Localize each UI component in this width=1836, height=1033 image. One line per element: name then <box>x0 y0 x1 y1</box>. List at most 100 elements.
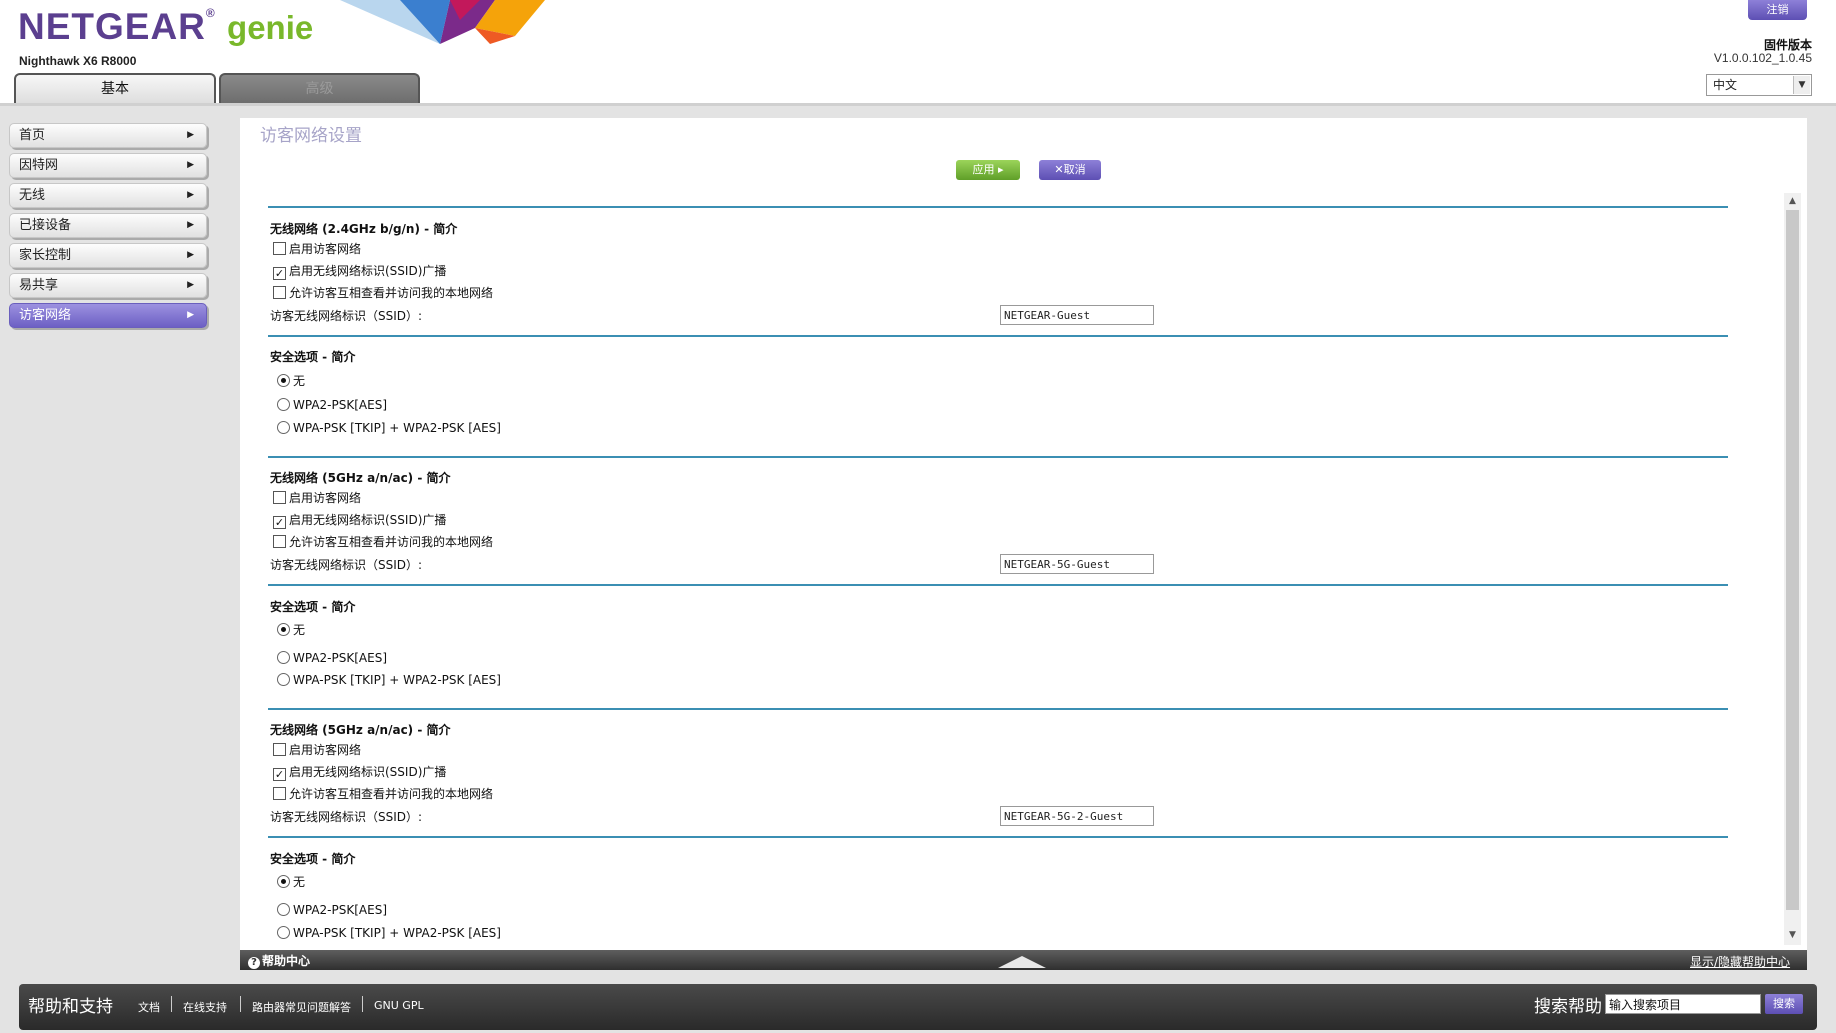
security-radio[interactable] <box>277 673 290 686</box>
help-center-toggle[interactable]: ? 帮助中心 <box>248 952 310 969</box>
allow-local-row: 允许访客互相查看并访问我的本地网络 <box>273 534 493 550</box>
allow-local-checkbox[interactable] <box>273 286 286 299</box>
help-center-label: 帮助中心 <box>262 954 311 968</box>
scrollbar-thumb[interactable] <box>1786 210 1799 910</box>
sidebar-item-home[interactable]: 首页 ▶ <box>9 123 207 148</box>
security-option-none: 无 <box>277 373 305 389</box>
section-divider <box>268 708 1728 710</box>
ssid-label: 访客无线网络标识（SSID）: <box>270 309 423 323</box>
security-option-wpa-mixed: WPA-PSK [TKIP] + WPA2-PSK [AES] <box>277 925 501 941</box>
tab-advanced[interactable]: 高级 <box>219 73 420 105</box>
allow-local-label: 允许访客互相查看并访问我的本地网络 <box>289 787 494 801</box>
sidebar-item-label: 家长控制 <box>19 248 72 263</box>
allow-local-row: 允许访客互相查看并访问我的本地网络 <box>273 786 493 802</box>
sidebar-item-internet[interactable]: 因特网 ▶ <box>9 153 207 178</box>
enable-guest-checkbox[interactable] <box>273 491 286 504</box>
caret-right-icon: ▶ <box>187 130 194 140</box>
enable-guest-row: 启用访客网络 <box>273 742 361 758</box>
tab-basic[interactable]: 基本 <box>14 73 216 105</box>
network-5ghz-heading: 无线网络 (5GHz a/n/ac) - 简介 <box>270 471 451 485</box>
cancel-button[interactable]: ✕取消 <box>1039 160 1101 180</box>
allow-local-checkbox[interactable] <box>273 787 286 800</box>
footer-link-online-support[interactable]: 在线支持 <box>183 999 227 1015</box>
ssid-broadcast-row: ✓ 启用无线网络标识(SSID)广播 <box>273 263 447 280</box>
security-option-none: 无 <box>277 874 305 890</box>
scroll-up-icon[interactable]: ▲ <box>1784 193 1801 210</box>
expand-up-icon[interactable] <box>998 956 1046 968</box>
search-input[interactable]: 输入搜索项目 <box>1605 994 1761 1014</box>
security-radio[interactable] <box>277 651 290 664</box>
sidebar-item-label: 易共享 <box>19 278 59 293</box>
ssid-broadcast-checkbox[interactable]: ✓ <box>273 768 286 781</box>
router-model: Nighthawk X6 R8000 <box>19 54 137 68</box>
enable-guest-label: 启用访客网络 <box>289 491 362 505</box>
ssid-broadcast-row: ✓ 启用无线网络标识(SSID)广播 <box>273 764 446 781</box>
sidebar-item-label: 首页 <box>19 128 46 143</box>
network-5ghz-2-heading: 无线网络 (5GHz a/n/ac) - 简介 <box>270 723 451 737</box>
footer-link-faq[interactable]: 路由器常见问题解答 <box>252 999 351 1015</box>
security-radio[interactable] <box>277 875 290 888</box>
logout-button[interactable]: 注销 <box>1748 0 1807 20</box>
security-radio[interactable] <box>277 398 290 411</box>
sidebar-item-parental-controls[interactable]: 家长控制 ▶ <box>9 243 207 268</box>
ssid-broadcast-row: ✓ 启用无线网络标识(SSID)广播 <box>273 512 447 529</box>
security-radio[interactable] <box>277 926 290 939</box>
enable-guest-row: 启用访客网络 <box>273 241 361 257</box>
apply-button[interactable]: 应用 ▸ <box>956 160 1020 180</box>
ssid-label: 访客无线网络标识（SSID）: <box>270 558 423 572</box>
enable-guest-checkbox[interactable] <box>273 743 286 756</box>
security-heading: 安全选项 - 简介 <box>270 852 356 866</box>
ssid-input[interactable]: NETGEAR-5G-2-Guest <box>1000 806 1154 826</box>
security-option-label: WPA2-PSK[AES] <box>293 398 388 412</box>
security-radio[interactable] <box>277 374 290 387</box>
sidebar-item-label: 因特网 <box>19 158 59 173</box>
footer-link-gpl[interactable]: GNU GPL <box>374 999 424 1012</box>
section-divider <box>268 335 1728 337</box>
security-option-wpa-mixed: WPA-PSK [TKIP] + WPA2-PSK [AES] <box>277 420 501 436</box>
ssid-label: 访客无线网络标识（SSID）: <box>270 810 423 824</box>
sidebar-item-attached-devices[interactable]: 已接设备 ▶ <box>9 213 207 238</box>
footer-link-docs[interactable]: 文档 <box>138 999 160 1015</box>
search-help-label: 搜索帮助 <box>1534 997 1602 1017</box>
sidebar-item-label: 访客网络 <box>19 308 72 323</box>
security-option-label: WPA-PSK [TKIP] + WPA2-PSK [AES] <box>293 673 501 687</box>
ssid-input[interactable]: NETGEAR-Guest <box>1000 305 1154 325</box>
security-radio[interactable] <box>277 623 290 636</box>
ssid-broadcast-label: 启用无线网络标识(SSID)广播 <box>289 264 447 278</box>
caret-right-icon: ▶ <box>187 220 194 230</box>
language-select[interactable]: 中文 ▼ <box>1706 74 1812 96</box>
help-icon: ? <box>248 957 260 969</box>
footer-separator <box>240 996 241 1012</box>
caret-right-icon: ▶ <box>187 280 194 290</box>
security-option-label: 无 <box>293 875 306 889</box>
section-divider <box>268 836 1728 838</box>
security-option-none: 无 <box>277 622 305 638</box>
ssid-broadcast-checkbox[interactable]: ✓ <box>273 516 286 529</box>
ssid-broadcast-label: 启用无线网络标识(SSID)广播 <box>289 513 447 527</box>
footer-title: 帮助和支持 <box>28 997 113 1017</box>
enable-guest-checkbox[interactable] <box>273 242 286 255</box>
caret-right-icon: ▶ <box>187 310 194 320</box>
logo-brand: NETGEAR <box>18 6 206 47</box>
allow-local-checkbox[interactable] <box>273 535 286 548</box>
sidebar-item-readyshare[interactable]: 易共享 ▶ <box>9 273 207 298</box>
caret-right-icon: ▶ <box>187 160 194 170</box>
security-option-wpa2: WPA2-PSK[AES] <box>277 650 387 666</box>
security-radio[interactable] <box>277 903 290 916</box>
security-option-wpa2: WPA2-PSK[AES] <box>277 902 387 918</box>
security-option-label: WPA-PSK [TKIP] + WPA2-PSK [AES] <box>293 421 501 435</box>
language-value: 中文 <box>1713 78 1738 92</box>
security-radio[interactable] <box>277 421 290 434</box>
security-option-wpa-mixed: WPA-PSK [TKIP] + WPA2-PSK [AES] <box>277 672 501 688</box>
scroll-down-icon[interactable]: ▼ <box>1784 927 1801 944</box>
show-hide-help-link[interactable]: 显示/隐藏帮助中心 <box>1690 953 1790 970</box>
ssid-broadcast-checkbox[interactable]: ✓ <box>273 267 286 280</box>
security-option-label: 无 <box>293 623 306 637</box>
sidebar-item-guest-network[interactable]: 访客网络 ▶ <box>9 303 207 328</box>
ssid-input[interactable]: NETGEAR-5G-Guest <box>1000 554 1154 574</box>
search-button[interactable]: 搜索 <box>1765 994 1803 1014</box>
security-option-wpa2: WPA2-PSK[AES] <box>277 397 387 413</box>
enable-guest-label: 启用访客网络 <box>289 743 362 757</box>
enable-guest-row: 启用访客网络 <box>273 490 361 506</box>
sidebar-item-wireless[interactable]: 无线 ▶ <box>9 183 207 208</box>
